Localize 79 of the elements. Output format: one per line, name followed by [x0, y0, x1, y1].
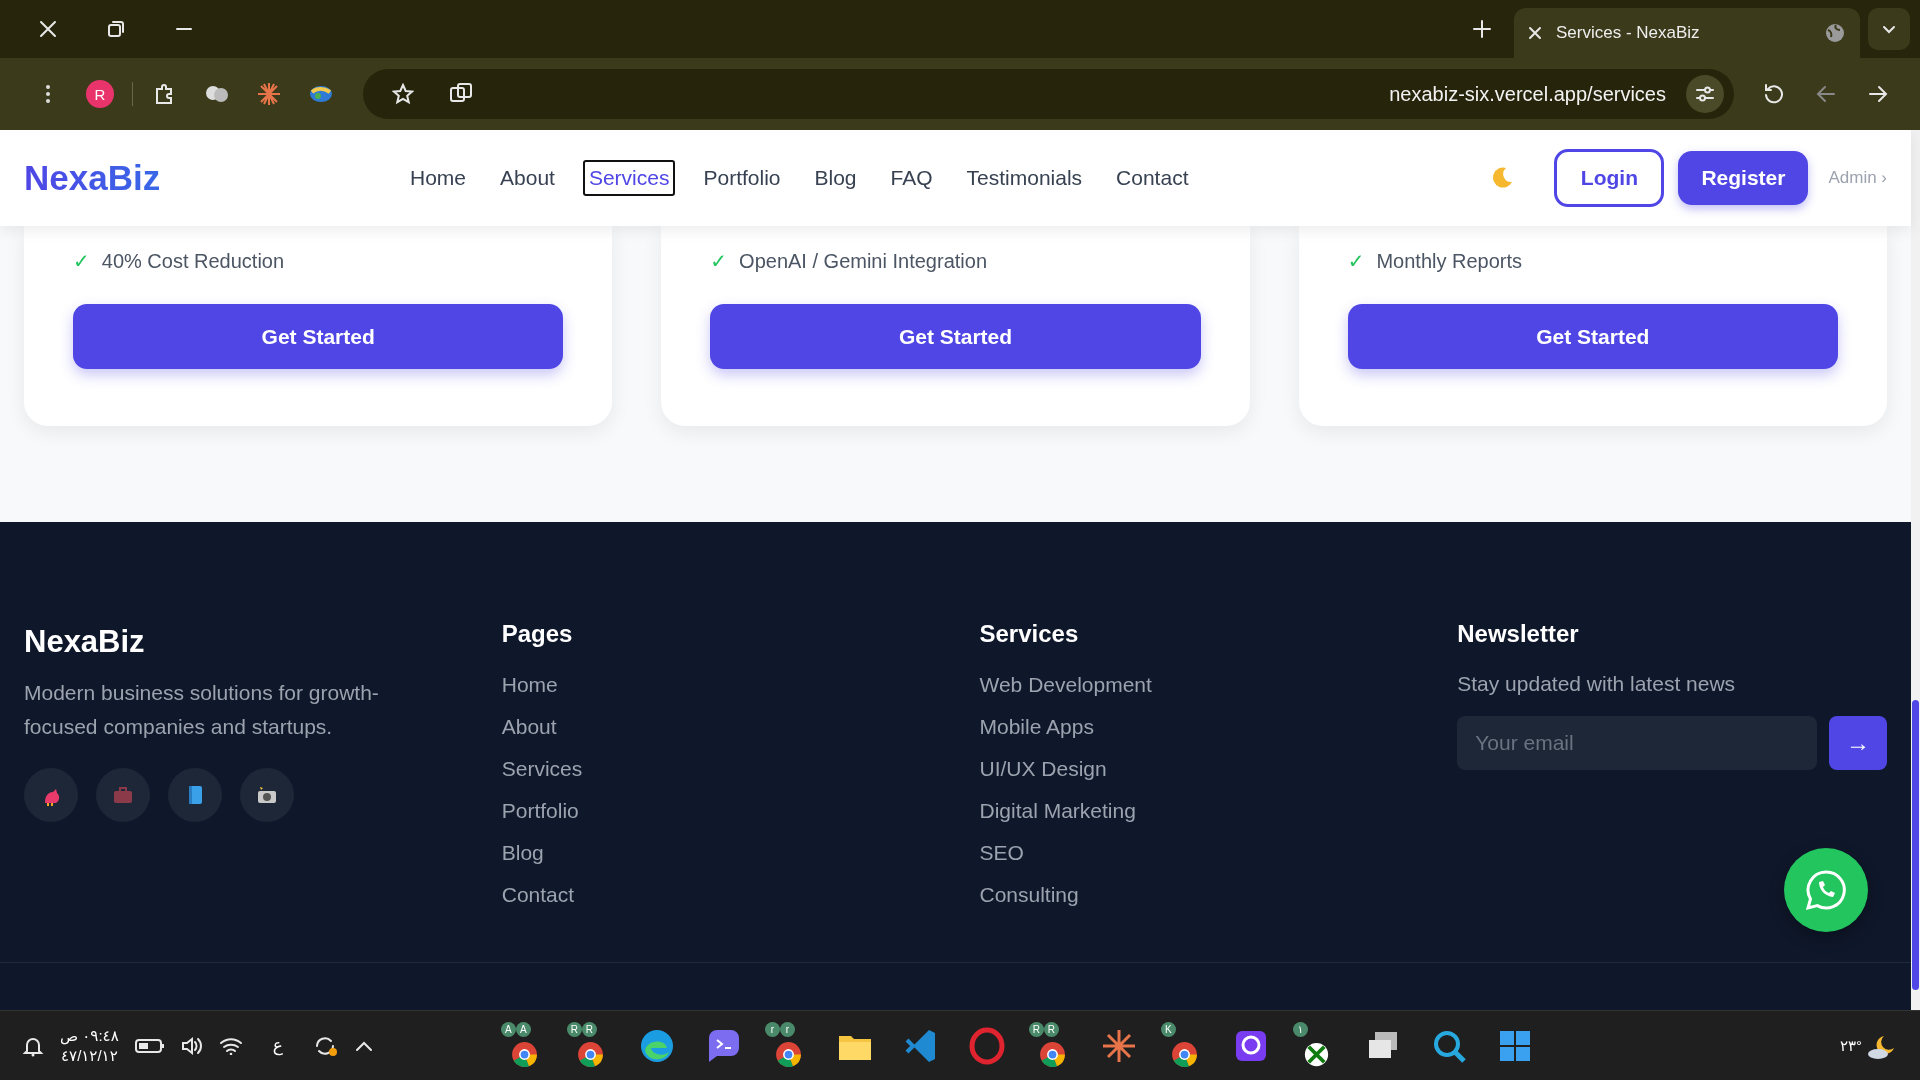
back-icon[interactable] — [1815, 83, 1837, 105]
browser-tab[interactable]: Services - NexaBiz — [1514, 8, 1860, 58]
speaker-icon[interactable] — [180, 1035, 203, 1056]
footer-link[interactable]: Blog — [501, 840, 932, 866]
footer-link[interactable]: Mobile Apps — [979, 714, 1410, 740]
check-mark: ✓ — [710, 249, 728, 273]
globe-icon — [1824, 22, 1846, 44]
subscribe-button[interactable]: → — [1829, 716, 1887, 770]
forward-icon[interactable] — [1867, 83, 1889, 105]
app-badge: r — [764, 1021, 780, 1037]
chat-bubble-icon — [1804, 868, 1848, 912]
app-badge: R — [581, 1021, 597, 1037]
check-mark: ✓ — [1347, 249, 1365, 273]
app-badge: r — [779, 1021, 795, 1037]
get-started-button[interactable]: Get Started — [710, 304, 1201, 369]
footer-link[interactable]: Web Development — [979, 672, 1410, 698]
footer-link[interactable]: Digital Marketing — [979, 798, 1410, 824]
login-button[interactable]: Login — [1554, 149, 1665, 207]
feature-text: Monthly Reports — [1376, 249, 1523, 273]
tab-title: Services - NexaBiz — [1556, 23, 1701, 43]
nav-link[interactable]: Blog — [808, 160, 863, 196]
close-icon[interactable] — [1528, 26, 1542, 40]
get-started-button[interactable]: Get Started — [1347, 304, 1838, 369]
profile-avatar[interactable]: R — [86, 80, 114, 108]
star-burst-icon[interactable] — [257, 82, 281, 106]
restore-icon[interactable] — [107, 20, 125, 38]
globe-icon[interactable] — [308, 83, 334, 105]
footer-link[interactable]: Consulting — [979, 882, 1410, 908]
nav-link[interactable]: About — [494, 160, 561, 196]
nav-link[interactable]: Services — [582, 160, 676, 196]
tune-icon[interactable] — [1695, 85, 1715, 103]
footer-heading: Pages — [501, 620, 574, 648]
app-badge: R — [1043, 1021, 1059, 1037]
app-badge: A — [500, 1021, 516, 1037]
newsletter-text: Stay updated with latest news — [1457, 672, 1737, 696]
app-badge: R — [566, 1021, 582, 1037]
get-started-button[interactable]: Get Started — [73, 304, 564, 369]
footer-link[interactable]: SEO — [979, 840, 1410, 866]
footer-link[interactable]: Services — [501, 756, 932, 782]
footer-link[interactable]: Contact — [501, 882, 932, 908]
footer-heading: Services — [979, 620, 1080, 648]
temperature[interactable]: ٢٣° — [1839, 1036, 1862, 1055]
cloud-icon[interactable] — [204, 83, 230, 105]
new-tab-icon[interactable] — [1472, 19, 1492, 39]
footer-heading: Newsletter — [1457, 620, 1580, 648]
email-field[interactable]: Your email — [1457, 716, 1817, 770]
url-text[interactable]: nexabiz-six.vercel.app/services — [493, 82, 1680, 106]
footer-tagline: Modern business solutions for growth-focused companies and startups. — [24, 680, 380, 740]
close-icon[interactable] — [38, 19, 58, 39]
scrollbar[interactable] — [1911, 130, 1920, 1010]
app-badge: ١ — [1292, 1021, 1308, 1037]
menu-icon[interactable] — [45, 84, 51, 104]
app-badge: A — [515, 1021, 531, 1037]
clock-time[interactable]: ٠٩:٤٨ ص — [60, 1025, 119, 1046]
nav-link[interactable]: Testimonials — [960, 160, 1089, 196]
nav-link[interactable]: Portfolio — [697, 160, 787, 196]
chevron-up-icon[interactable] — [354, 1039, 373, 1052]
nav-link[interactable]: Home — [404, 160, 473, 196]
footer-link[interactable]: UI/UX Design — [979, 756, 1410, 782]
clock-date[interactable]: ٤٧/١٢/١٢ — [60, 1045, 119, 1066]
feature-text: 40% Cost Reduction — [101, 249, 285, 273]
address-bar[interactable]: nexabiz-six.vercel.app/services — [363, 69, 1734, 119]
footer-link[interactable]: Home — [501, 672, 932, 698]
reload-icon[interactable] — [1763, 83, 1785, 105]
wifi-icon[interactable] — [218, 1036, 243, 1055]
nav-link[interactable]: FAQ — [884, 160, 939, 196]
feature-text: OpenAI / Gemini Integration — [739, 249, 987, 273]
app-badge: K — [1160, 1021, 1176, 1037]
footer-link[interactable]: Portfolio — [501, 798, 932, 824]
register-button[interactable]: Register — [1678, 151, 1809, 205]
battery-icon[interactable] — [134, 1037, 165, 1054]
nav-link[interactable]: Contact — [1110, 160, 1195, 196]
scroll-thumb[interactable] — [1912, 700, 1919, 990]
app-badge: R — [1028, 1021, 1044, 1037]
footer-logo: NexaBiz — [24, 624, 146, 660]
footer-link[interactable]: About — [501, 714, 932, 740]
star-icon[interactable] — [392, 83, 414, 105]
language-indicator[interactable]: ع — [272, 1035, 283, 1056]
check-mark: ✓ — [73, 249, 90, 273]
